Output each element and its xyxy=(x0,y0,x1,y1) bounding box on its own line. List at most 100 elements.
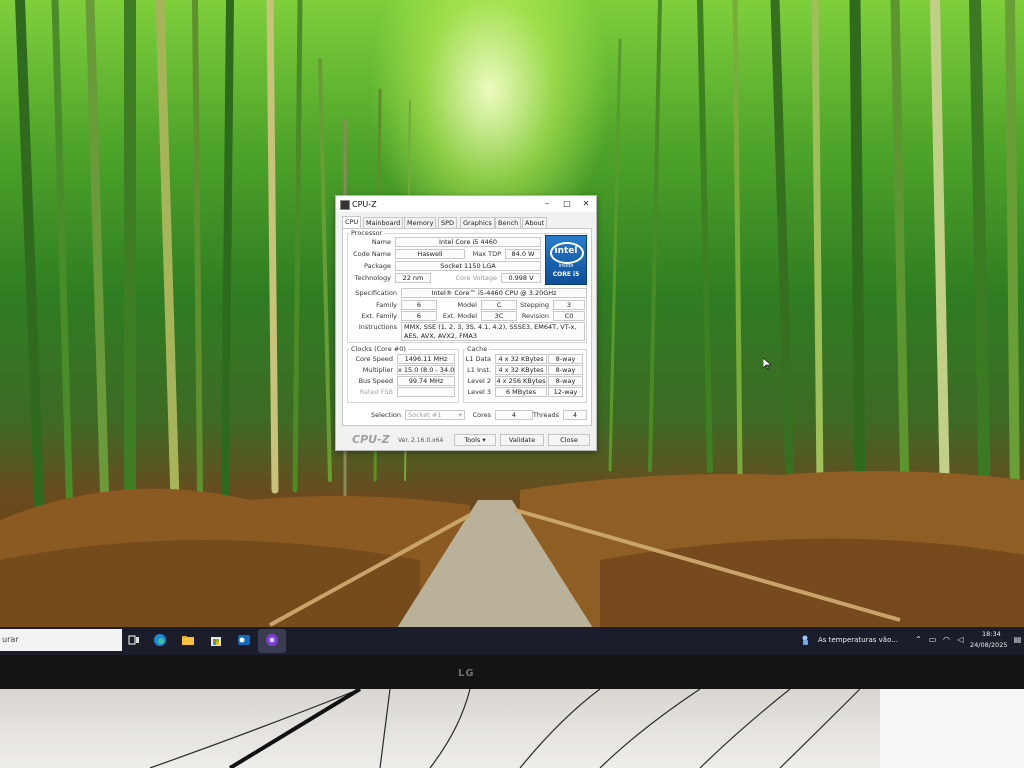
technology-value: 22 nm xyxy=(395,273,431,283)
max-tdp-value: 84.0 W xyxy=(505,249,541,259)
tab-bench[interactable]: Bench xyxy=(495,217,522,228)
rated-fsb-label: Rated FSB xyxy=(359,388,393,396)
code-name-value: Haswell xyxy=(395,249,465,259)
window-title: CPU-Z xyxy=(352,200,377,209)
close-button[interactable]: Close xyxy=(548,434,590,446)
ext-family-label: Ext. Family xyxy=(361,312,397,320)
cache-l1-data-size: 4 x 32 KBytes xyxy=(495,354,547,364)
chevron-up-icon[interactable]: ⌃ xyxy=(914,635,923,644)
cache-l2-assoc: 8-way xyxy=(548,376,583,386)
intel-inside-text: inside xyxy=(558,263,574,269)
edge-icon[interactable] xyxy=(153,633,167,647)
family-label: Family xyxy=(376,301,397,309)
version-text: Ver. 2.16.0.x64 xyxy=(398,437,444,444)
cache-l1-inst-assoc: 8-way xyxy=(548,365,583,375)
tab-mainboard[interactable]: Mainboard xyxy=(363,217,404,228)
cache-l3-label: Level 3 xyxy=(467,388,491,396)
model-value: C xyxy=(481,300,517,310)
room-background xyxy=(0,689,1024,768)
cpu-panel: Processor Name Intel Core i5 4460 Code N… xyxy=(342,228,592,426)
package-value: Socket 1150 LGA xyxy=(395,261,541,271)
store-icon[interactable] xyxy=(209,633,223,647)
package-label: Package xyxy=(364,262,391,270)
taskbar: urar As temperaturas vão... ⌃ ▭ ◠ ◁ 18:3… xyxy=(0,627,1024,655)
max-tdp-label: Max TDP xyxy=(472,250,501,258)
weather-icon[interactable] xyxy=(800,634,812,646)
cache-l3-assoc: 12-way xyxy=(548,387,583,397)
notification-icon[interactable]: ▤ xyxy=(1013,635,1022,644)
instructions-value: MMX, SSE (1, 2, 3, 3S, 4.1, 4.2), SSSE3,… xyxy=(401,322,585,341)
cache-l1-inst-label: L1 Inst. xyxy=(467,366,491,374)
chevron-down-icon: ▾ xyxy=(482,436,486,444)
minimize-button[interactable]: – xyxy=(540,198,554,210)
cache-l1-data-label: L1 Data xyxy=(465,355,491,363)
rated-fsb-value xyxy=(397,387,455,397)
validate-button[interactable]: Validate xyxy=(500,434,544,446)
stepping-value: 3 xyxy=(553,300,585,310)
weather-text[interactable]: As temperaturas vão... xyxy=(818,636,898,644)
monitor-bezel: LG xyxy=(0,655,1024,689)
core-voltage-value: 0.998 V xyxy=(501,273,541,283)
cpuz-app-icon xyxy=(340,200,350,210)
tools-button-label: Tools xyxy=(464,436,481,444)
maximize-button[interactable]: □ xyxy=(560,198,574,210)
tools-button[interactable]: Tools ▾ xyxy=(454,434,496,446)
mouse-cursor-icon xyxy=(763,358,771,370)
title-bar[interactable]: CPU-Z – □ ✕ xyxy=(336,196,596,212)
desktop-wallpaper: CPU-Z – □ ✕ CPU Mainboard Memory SPD Gra… xyxy=(0,0,1024,655)
tab-about[interactable]: About xyxy=(522,217,548,228)
tab-graphics[interactable]: Graphics xyxy=(460,217,495,228)
app-icon[interactable] xyxy=(265,633,279,647)
processor-group-label: Processor xyxy=(349,229,385,237)
cores-label: Cores xyxy=(472,411,491,419)
outlook-icon[interactable] xyxy=(237,633,251,647)
core-voltage-label: Core Voltage xyxy=(455,274,498,282)
code-name-label: Code Name xyxy=(353,250,391,258)
intel-core-i5-logo: intel inside CORE i5 xyxy=(545,235,587,285)
cache-l2-size: 4 x 256 KBytes xyxy=(495,376,547,386)
core-speed-label: Core Speed xyxy=(355,355,394,363)
bus-speed-label: Bus Speed xyxy=(358,377,393,385)
taskbar-search-input[interactable]: urar xyxy=(0,629,122,651)
clocks-group-label: Clocks (Core #0) xyxy=(349,345,408,353)
volume-icon[interactable]: ◁ xyxy=(956,635,965,644)
revision-label: Revision xyxy=(521,312,549,320)
cpuz-brand: CPU-Z xyxy=(352,433,390,446)
socket-select-value: Socket #1 xyxy=(408,411,442,419)
revision-value: C0 xyxy=(553,311,585,321)
multiplier-value: x 15.0 (8.0 - 34.0) xyxy=(397,365,455,375)
cpuz-window: CPU-Z – □ ✕ CPU Mainboard Memory SPD Gra… xyxy=(335,195,597,451)
monitor-brand-logo: LG xyxy=(458,668,475,679)
specification-value: Intel® Core™ i5-4460 CPU @ 3.20GHz xyxy=(401,288,587,298)
threads-value: 4 xyxy=(563,410,587,420)
close-window-button[interactable]: ✕ xyxy=(579,198,593,210)
socket-select[interactable]: Socket #1 ▾ xyxy=(405,410,465,420)
task-view-icon[interactable] xyxy=(127,633,141,647)
chevron-down-icon: ▾ xyxy=(458,411,462,419)
cache-group-label: Cache xyxy=(465,345,490,353)
cache-l1-data-assoc: 8-way xyxy=(548,354,583,364)
ext-model-value: 3C xyxy=(481,311,517,321)
ext-family-value: 6 xyxy=(401,311,437,321)
clock-time[interactable]: 18:34 xyxy=(982,630,1001,638)
bus-speed-value: 99.74 MHz xyxy=(397,376,455,386)
stepping-label: Stepping xyxy=(520,301,549,309)
specification-label: Specification xyxy=(355,289,397,297)
tab-spd[interactable]: SPD xyxy=(438,217,458,228)
multiplier-label: Multiplier xyxy=(362,366,393,374)
selection-label: Selection xyxy=(371,411,401,419)
cores-value: 4 xyxy=(495,410,533,420)
intel-series-text: CORE i5 xyxy=(552,271,580,278)
network-icon[interactable]: ▭ xyxy=(928,635,937,644)
model-label: Model xyxy=(457,301,477,309)
wifi-icon[interactable]: ◠ xyxy=(942,635,951,644)
ext-model-label: Ext. Model xyxy=(442,312,477,320)
tab-memory[interactable]: Memory xyxy=(404,217,437,228)
folder-icon[interactable] xyxy=(181,633,195,647)
family-value: 6 xyxy=(401,300,437,310)
intel-brand-text: intel xyxy=(554,246,578,256)
cache-l1-inst-size: 4 x 32 KBytes xyxy=(495,365,547,375)
cache-l2-label: Level 2 xyxy=(467,377,491,385)
clock-date[interactable]: 24/08/2025 xyxy=(970,641,1007,649)
technology-label: Technology xyxy=(354,274,391,282)
